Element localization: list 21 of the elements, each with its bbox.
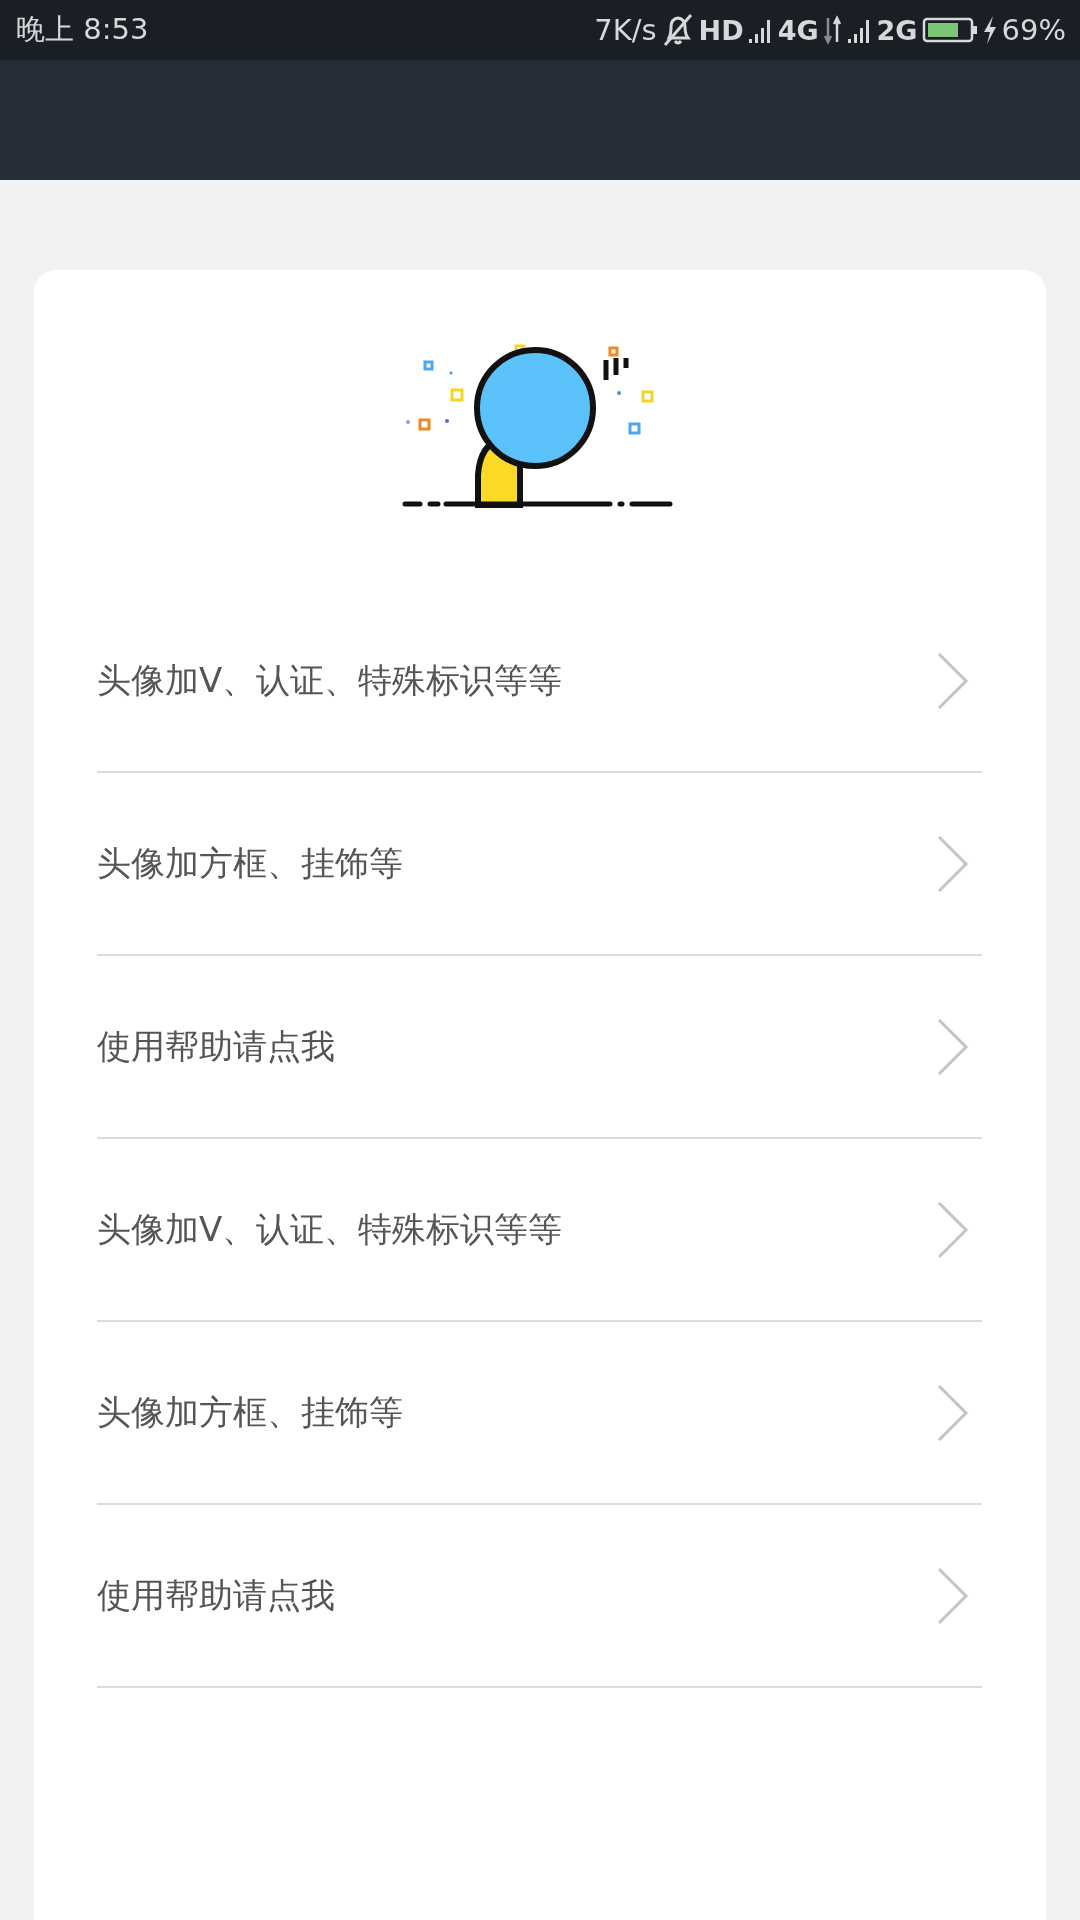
battery-percent: 69% [1001, 13, 1066, 47]
battery-icon [921, 16, 978, 44]
menu-item-label[interactable]: 使用帮助请点我 [97, 1023, 936, 1070]
menu-item-label[interactable]: 使用帮助请点我 [97, 1572, 936, 1619]
network-speed: 7K/s [594, 13, 657, 47]
time-text: 晚上 8:53 [16, 11, 149, 48]
menu-item-label[interactable]: 头像加V、认证、特殊标识等等 [97, 657, 936, 704]
chevron-right-icon [936, 833, 970, 894]
chevron-right-icon [936, 650, 970, 711]
network-type: 2G [876, 14, 918, 46]
menu-item-label[interactable]: 头像加方框、挂饰等 [97, 840, 936, 887]
chevron-right-icon [936, 1016, 970, 1077]
chevron-right-icon [936, 1565, 970, 1626]
menu-item-label[interactable]: 头像加方框、挂饰等 [97, 1389, 936, 1436]
hd-label: HD [698, 14, 744, 46]
chevron-right-icon [936, 1199, 970, 1260]
menu-item-label[interactable]: 头像加V、认证、特殊标识等等 [97, 1206, 936, 1253]
charging-icon [981, 15, 998, 45]
network-type: 4G [777, 14, 819, 46]
data-arrows-icon [822, 14, 843, 46]
chevron-right-icon [936, 1382, 970, 1443]
